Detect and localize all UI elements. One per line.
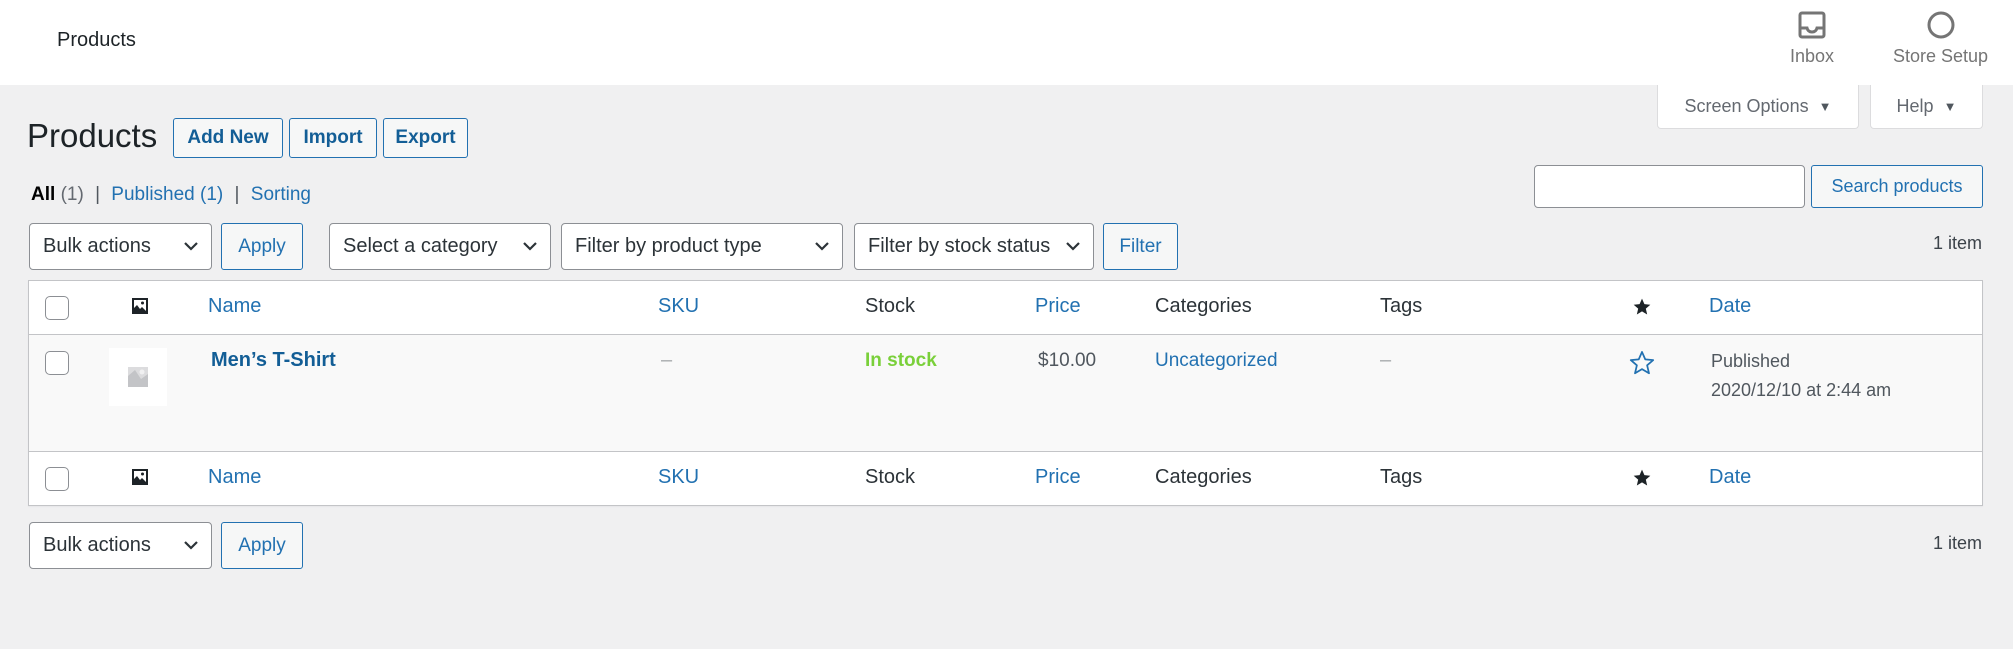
- column-sku[interactable]: SKU: [658, 295, 699, 318]
- date-cell: Published 2020/12/10 at 2:44 am: [1711, 347, 1891, 405]
- column-sku[interactable]: SKU: [658, 466, 699, 489]
- chevron-down-icon: [184, 242, 198, 251]
- products-table: Name SKU Stock Price Categories Tags Dat…: [28, 280, 1983, 506]
- product-type-value: Filter by product type: [575, 235, 762, 257]
- placeholder-image-icon: [128, 367, 148, 387]
- screen-options-label: Screen Options: [1684, 96, 1809, 116]
- bulk-actions-select-bottom[interactable]: Bulk actions: [29, 522, 212, 569]
- screen-options-button[interactable]: Screen Options ▼: [1657, 85, 1859, 129]
- column-name[interactable]: Name: [208, 466, 261, 489]
- bulk-actions-value: Bulk actions: [43, 235, 151, 257]
- view-filters: All (1) | Published (1) | Sorting: [31, 184, 311, 206]
- column-price[interactable]: Price: [1035, 466, 1081, 489]
- page-title: Products: [27, 117, 158, 154]
- stock-status: In stock: [865, 350, 937, 371]
- search-input[interactable]: [1534, 165, 1805, 208]
- filter-button[interactable]: Filter: [1103, 223, 1178, 270]
- separator: |: [95, 184, 101, 205]
- view-all[interactable]: All: [31, 184, 55, 205]
- image-icon: [132, 298, 148, 314]
- top-header-bar: Products Inbox Store Setup: [0, 0, 2013, 85]
- search-products-button[interactable]: Search products: [1811, 165, 1983, 208]
- product-type-select[interactable]: Filter by product type: [561, 223, 843, 270]
- import-button[interactable]: Import: [289, 118, 377, 158]
- category-value: Select a category: [343, 235, 498, 257]
- featured-star-icon[interactable]: [1632, 468, 1652, 488]
- apply-button[interactable]: Apply: [221, 223, 303, 270]
- inbox-icon: [1798, 11, 1826, 39]
- view-published[interactable]: Published (1): [111, 184, 223, 205]
- select-all-checkbox-footer[interactable]: [45, 467, 69, 491]
- help-label: Help: [1896, 96, 1934, 116]
- row-checkbox[interactable]: [45, 351, 69, 375]
- featured-star-icon[interactable]: [1632, 297, 1652, 317]
- column-tags: Tags: [1380, 295, 1423, 317]
- column-date[interactable]: Date: [1709, 295, 1751, 318]
- add-new-button[interactable]: Add New: [173, 118, 283, 158]
- item-count: 1 item: [1932, 233, 1982, 253]
- column-categories: Categories: [1155, 466, 1252, 488]
- caret-down-icon: ▼: [1943, 99, 1957, 114]
- star-outline-icon[interactable]: [1628, 349, 1656, 377]
- store-setup-label: Store Setup: [1893, 46, 1989, 66]
- image-icon: [132, 469, 148, 485]
- column-name[interactable]: Name: [208, 295, 261, 318]
- inbox-button[interactable]: Inbox: [1790, 10, 1834, 67]
- tags-value: –: [1380, 349, 1392, 371]
- help-button[interactable]: Help ▼: [1870, 85, 1983, 129]
- category-link[interactable]: Uncategorized: [1155, 350, 1278, 372]
- view-sorting[interactable]: Sorting: [251, 184, 311, 205]
- sku-value: –: [661, 349, 673, 371]
- category-select[interactable]: Select a category: [329, 223, 551, 270]
- column-tags: Tags: [1380, 466, 1423, 488]
- bulk-actions-select[interactable]: Bulk actions: [29, 223, 212, 270]
- product-thumbnail[interactable]: [109, 348, 167, 406]
- chevron-down-icon: [815, 242, 829, 251]
- publish-date: 2020/12/10 at 2:44 am: [1711, 380, 1892, 400]
- chevron-down-icon: [523, 242, 537, 251]
- table-footer: Name SKU Stock Price Categories Tags Dat…: [29, 451, 1982, 505]
- item-count-bottom: 1 item: [1932, 533, 1982, 553]
- price-value: $10.00: [1038, 350, 1097, 371]
- chevron-down-icon: [1066, 242, 1080, 251]
- column-categories: Categories: [1155, 295, 1252, 317]
- select-all-checkbox[interactable]: [45, 296, 69, 320]
- store-setup-button[interactable]: Store Setup: [1893, 10, 1988, 67]
- header-page-title: Products: [57, 29, 136, 51]
- column-stock: Stock: [865, 466, 916, 488]
- product-name-link[interactable]: Men’s T-Shirt: [211, 349, 336, 372]
- circle-icon: [1927, 11, 1955, 39]
- column-price[interactable]: Price: [1035, 295, 1081, 318]
- stock-status-value: Filter by stock status: [868, 235, 1051, 257]
- publish-status: Published: [1711, 351, 1791, 371]
- table-header: Name SKU Stock Price Categories Tags Dat…: [29, 281, 1982, 335]
- view-all-count: (1): [60, 184, 84, 205]
- export-button[interactable]: Export: [383, 118, 468, 158]
- column-stock: Stock: [865, 295, 916, 317]
- stock-status-select[interactable]: Filter by stock status: [854, 223, 1094, 270]
- column-date[interactable]: Date: [1709, 466, 1751, 489]
- caret-down-icon: ▼: [1818, 99, 1832, 114]
- inbox-label: Inbox: [1790, 46, 1835, 66]
- separator: |: [234, 184, 240, 205]
- bulk-actions-value: Bulk actions: [43, 534, 151, 556]
- chevron-down-icon: [184, 541, 198, 550]
- apply-button-bottom[interactable]: Apply: [221, 522, 303, 569]
- table-row: Men’s T-Shirt – In stock $10.00 Uncatego…: [29, 335, 1982, 451]
